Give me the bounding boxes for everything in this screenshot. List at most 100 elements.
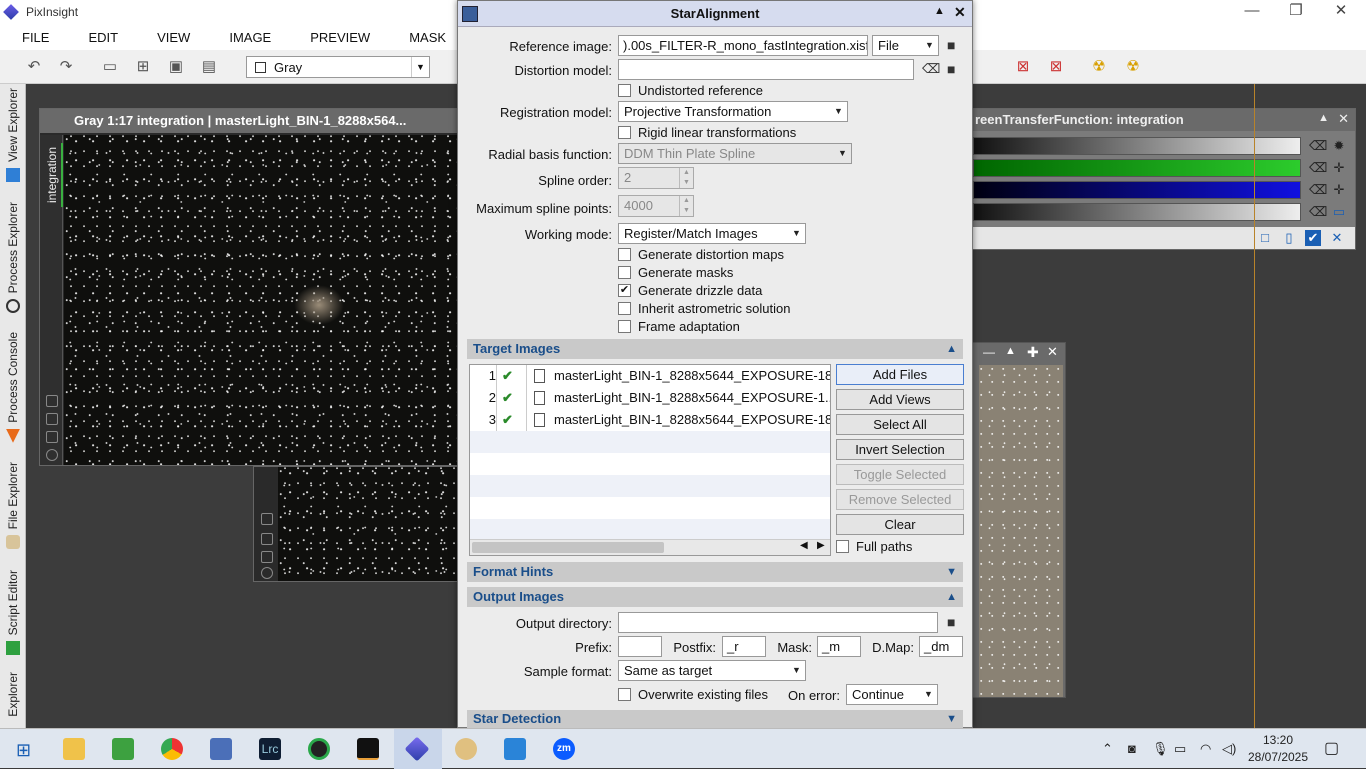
zoom-icon[interactable] <box>261 513 273 525</box>
monitor-icon[interactable]: ▭ <box>1331 204 1347 220</box>
delete-all-icon[interactable]: ⊠ <box>1046 58 1066 76</box>
list-item[interactable]: 2 ✔ masterLight_BIN-1_8288x5644_EXPOSURE… <box>470 387 830 409</box>
select-all-button[interactable]: Select All <box>836 414 964 435</box>
tab-file-explorer[interactable]: File Explorer <box>0 462 26 550</box>
network-app-icon[interactable] <box>210 738 232 760</box>
clear-button[interactable]: Clear <box>836 514 964 535</box>
folder-icon[interactable]: ■ <box>947 61 955 77</box>
tab-process-explorer[interactable]: Process Explorer <box>0 202 26 314</box>
microphone-icon[interactable]: 🎙 <box>1152 729 1169 769</box>
redo-icon[interactable]: ↷ <box>56 58 76 76</box>
lightroom-icon[interactable]: Lrc <box>259 738 281 760</box>
stf-luminance-bar[interactable] <box>973 203 1301 221</box>
astro-app-icon[interactable] <box>357 738 379 760</box>
clock-date[interactable]: 28/07/2025 <box>1246 750 1310 764</box>
apply-icon[interactable]: ✔ <box>1305 230 1321 246</box>
toggle-selected-button[interactable]: Toggle Selected <box>836 464 964 485</box>
postfix-input[interactable]: _r <box>722 636 766 657</box>
frame-adaptation-checkbox[interactable]: Frame adaptation <box>618 319 740 334</box>
tab-explorer[interactable]: Explorer <box>0 672 26 717</box>
scroll-left-icon[interactable]: ◀ <box>800 540 808 551</box>
chevron-up-icon[interactable]: ⌃ <box>1102 729 1113 769</box>
document-icon[interactable]: ▯ <box>1281 230 1297 246</box>
restore-icon[interactable]: ❐ <box>1273 0 1319 24</box>
close-icon[interactable]: ✕ <box>954 4 966 21</box>
new-view-icon[interactable]: ⊞ <box>133 58 153 76</box>
undo-icon[interactable]: ↶ <box>24 58 44 76</box>
spinner-arrows-icon[interactable]: ▲ ▼ <box>679 196 693 216</box>
horizontal-scrollbar[interactable]: ◀ ▶ <box>470 539 830 555</box>
close-icon[interactable]: ✕ <box>1318 0 1364 24</box>
collapse-icon[interactable]: ▲ <box>946 587 957 607</box>
check-icon[interactable]: ✔ <box>502 409 513 431</box>
remove-selected-button[interactable]: Remove Selected <box>836 489 964 510</box>
copy-icon[interactable]: ▤ <box>199 58 219 76</box>
scrollbar-thumb[interactable] <box>472 542 664 553</box>
minimize-icon[interactable]: — <box>1229 0 1275 24</box>
on-error-select[interactable]: Continue ▼ <box>846 684 938 705</box>
clear-icon[interactable]: ⌫ <box>922 61 940 77</box>
screen-stf-icon[interactable]: ☢ <box>1089 58 1109 76</box>
reset-icon[interactable]: ⌫ <box>1309 160 1327 176</box>
menu-view[interactable]: VIEW <box>135 30 207 45</box>
clone-icon[interactable] <box>261 551 273 563</box>
side-tab-integration[interactable]: integration <box>43 143 63 208</box>
cancel-icon[interactable]: ✕ <box>1329 230 1345 246</box>
folder-icon[interactable]: ■ <box>947 614 955 630</box>
menu-preview[interactable]: PREVIEW <box>288 30 387 45</box>
chrome-icon[interactable] <box>161 738 183 760</box>
star-alignment-dialog[interactable]: StarAlignment ▲ ✕ Reference image: ).00s… <box>457 0 973 728</box>
working-mode-select[interactable]: Register/Match Images ▼ <box>618 223 806 244</box>
image-window-2[interactable] <box>253 466 463 582</box>
close-icon[interactable]: ✕ <box>1338 111 1349 127</box>
remote-desktop-icon[interactable] <box>504 738 526 760</box>
reference-image-input[interactable]: ).00s_FILTER-R_mono_fastIntegration.xisf <box>618 35 868 56</box>
zoom-icon[interactable] <box>46 395 58 407</box>
target-icon[interactable] <box>46 449 58 461</box>
layer-icon[interactable]: ▣ <box>166 58 186 76</box>
section-output-images[interactable]: Output Images ▲ <box>467 587 963 607</box>
shade-icon[interactable]: ▲ <box>1005 345 1016 357</box>
expand-icon[interactable]: ▼ <box>946 710 957 728</box>
reset-icon[interactable]: ⌫ <box>1309 182 1327 198</box>
generate-masks-checkbox[interactable]: Generate masks <box>618 265 733 280</box>
file-explorer-icon[interactable] <box>63 738 85 760</box>
menu-file[interactable]: FILE <box>0 30 66 45</box>
section-target-images[interactable]: Target Images ▲ <box>467 339 963 359</box>
mask-input[interactable]: _m <box>817 636 861 657</box>
image-canvas[interactable] <box>64 135 458 465</box>
paint-icon[interactable] <box>455 738 477 760</box>
delete-preview-icon[interactable]: ⊠ <box>1013 58 1033 76</box>
shade-icon[interactable]: ▲ <box>934 5 945 17</box>
dmap-input[interactable]: _dm <box>919 636 963 657</box>
target-images-list[interactable]: 1 ✔ masterLight_BIN-1_8288x5644_EXPOSURE… <box>469 364 831 556</box>
add-views-button[interactable]: Add Views <box>836 389 964 410</box>
inherit-astrometric-checkbox[interactable]: Inherit astrometric solution <box>618 301 790 316</box>
max-spline-points-spinner[interactable]: 4000 ▲ ▼ <box>618 195 694 217</box>
generate-distortion-maps-checkbox[interactable]: Generate distortion maps <box>618 247 784 262</box>
invert-selection-button[interactable]: Invert Selection <box>836 439 964 460</box>
minimize-icon[interactable]: — <box>983 345 995 359</box>
battery-icon[interactable]: ▭ <box>1174 729 1186 769</box>
guide-app-icon[interactable] <box>308 738 330 760</box>
tab-script-editor[interactable]: Script Editor <box>0 570 26 656</box>
tab-view-explorer[interactable]: View Explorer <box>0 88 26 182</box>
shade-icon[interactable]: ▲ <box>1318 112 1329 124</box>
check-icon[interactable]: ✔ <box>502 387 513 409</box>
rigid-linear-checkbox[interactable]: Rigid linear transformations <box>618 125 796 140</box>
generate-drizzle-data-checkbox[interactable]: ✔ Generate drizzle data <box>618 283 762 298</box>
clock-time[interactable]: 13:20 <box>1254 733 1302 747</box>
prefix-input[interactable] <box>618 636 662 657</box>
list-item[interactable]: 1 ✔ masterLight_BIN-1_8288x5644_EXPOSURE… <box>470 365 830 387</box>
section-format-hints[interactable]: Format Hints ▼ <box>467 562 963 582</box>
new-instance-icon[interactable]: □ <box>1257 230 1273 246</box>
undistorted-reference-checkbox[interactable]: Undistorted reference <box>618 83 763 98</box>
zoom-app-icon[interactable]: zm <box>553 738 575 760</box>
menu-mask[interactable]: MASK <box>387 30 463 45</box>
image-window-3[interactable]: — ▲ ✚ ✕ <box>972 342 1066 698</box>
gear-icon[interactable]: ✹ <box>1331 138 1347 154</box>
registration-model-select[interactable]: Projective Transformation ▼ <box>618 101 848 122</box>
list-item[interactable]: 3 ✔ masterLight_BIN-1_8288x5644_EXPOSURE… <box>470 409 830 431</box>
tab-process-console[interactable]: Process Console <box>0 332 26 443</box>
full-paths-checkbox[interactable]: Full paths <box>836 539 912 554</box>
